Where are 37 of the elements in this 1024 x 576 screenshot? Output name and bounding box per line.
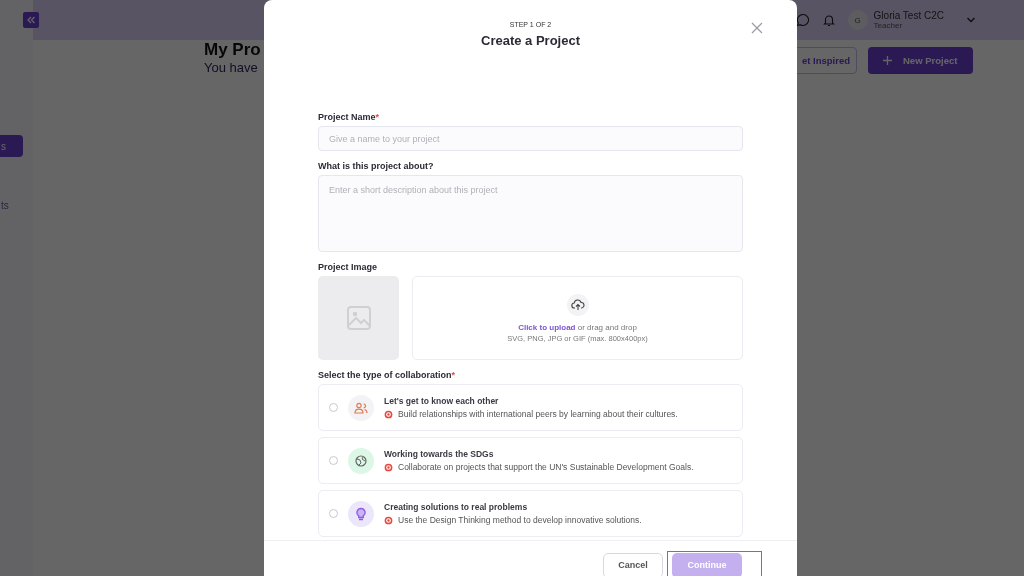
option-title: Let's get to know each other bbox=[384, 396, 500, 407]
upload-icon bbox=[566, 293, 589, 316]
collaboration-option[interactable]: Let's get to know each other Build relationships with international peers by learning about their cultures. bbox=[318, 384, 743, 432]
cancel-button[interactable]: Cancel bbox=[603, 552, 663, 576]
image-icon bbox=[345, 305, 372, 332]
field-label: What is this project about? bbox=[318, 161, 435, 172]
upload-text: Click to upload or drag and drop bbox=[518, 322, 637, 332]
option-description: Build relationships with international peers by learning about their cultures. bbox=[398, 409, 678, 420]
bell-icon[interactable] bbox=[821, 13, 836, 27]
close-icon[interactable] bbox=[751, 22, 763, 34]
chevron-down-icon[interactable] bbox=[966, 16, 976, 24]
user-name: Gloria Test C2C bbox=[873, 10, 944, 21]
chat-icon[interactable] bbox=[795, 13, 810, 27]
field-label: Project Image bbox=[318, 262, 379, 273]
collaboration-option[interactable]: Working towards the SDGs Collaborate on projects that support the UN's Sustainable Development Goals. bbox=[318, 437, 743, 485]
page-subheading: You have bbox=[204, 60, 259, 75]
modal-title: Create a Project bbox=[481, 33, 580, 48]
target-icon bbox=[384, 409, 393, 419]
option-title: Creating solutions to real problems bbox=[384, 502, 529, 513]
option-description: Collaborate on projects that support the UN's Sustainable Development Goals. bbox=[398, 462, 694, 473]
input-field[interactable]: Give a name to your project bbox=[318, 126, 743, 152]
page-heading: My Pro bbox=[204, 40, 261, 60]
collapse-icon[interactable] bbox=[23, 12, 39, 28]
new-project-button[interactable]: New Project bbox=[868, 47, 973, 74]
lightbulb-icon bbox=[348, 500, 374, 527]
field-label: Project Name* bbox=[318, 112, 381, 123]
sidebar-item[interactable]: s bbox=[0, 135, 23, 157]
textarea-field[interactable]: Enter a short description about this project bbox=[318, 175, 743, 253]
collaboration-option[interactable]: Creating solutions to real problems Use the Design Thinking method to develop innovative solutions. bbox=[318, 490, 743, 538]
globe-icon bbox=[348, 447, 374, 474]
target-icon bbox=[384, 515, 393, 525]
field-label: Select the type of collaboration* bbox=[318, 370, 457, 381]
target-icon bbox=[384, 462, 393, 472]
option-description: Use the Design Thinking method to develop innovative solutions. bbox=[398, 515, 642, 526]
option-title: Working towards the SDGs bbox=[384, 449, 495, 460]
people-icon bbox=[348, 394, 374, 421]
plus-icon bbox=[882, 55, 893, 66]
